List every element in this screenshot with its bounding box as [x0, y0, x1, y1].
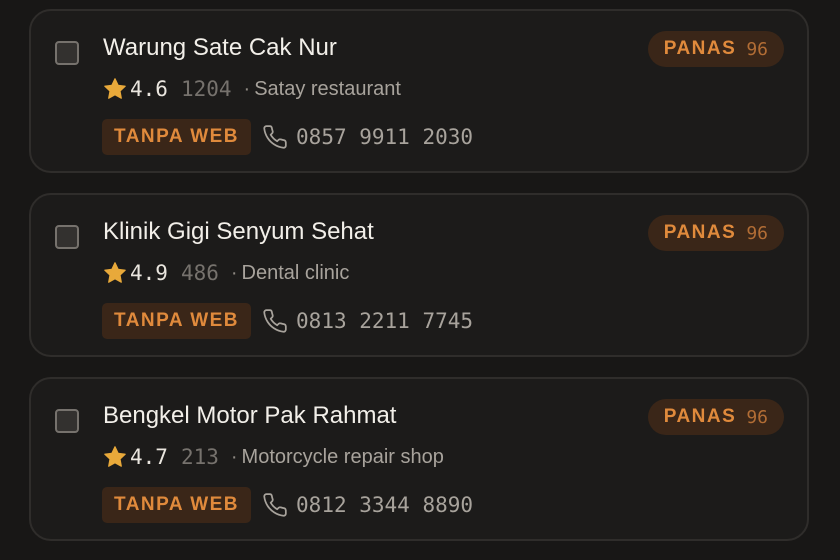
rating-value: 4.7 — [130, 445, 168, 469]
heat-label: PANAS — [663, 38, 737, 59]
heat-score: 96 — [746, 222, 768, 244]
heat-label: PANAS — [663, 222, 737, 243]
review-count: 1204 — [180, 77, 232, 101]
rating-value: 4.6 — [130, 77, 168, 101]
heat-score: 96 — [746, 406, 768, 428]
phone-icon[interactable] — [262, 124, 288, 150]
review-count: 486 — [180, 261, 219, 285]
rating-row: 4.7 213 · Motorcycle repair shop — [103, 445, 444, 469]
lead-card[interactable]: Klinik Gigi Senyum Sehat PANAS 96 4.9 48… — [29, 193, 809, 357]
business-name: Warung Sate Cak Nur — [103, 34, 337, 61]
phone-number[interactable]: 0813 2211 7745 — [296, 309, 473, 333]
business-name: Klinik Gigi Senyum Sehat — [103, 218, 374, 245]
heat-badge[interactable]: PANAS 96 — [647, 399, 784, 435]
heat-score: 96 — [746, 38, 768, 60]
contact-row: TANPA WEB 0813 2211 7745 — [102, 303, 473, 339]
phone-icon[interactable] — [262, 308, 288, 334]
business-category: Dental clinic — [241, 261, 350, 284]
phone-number[interactable]: 0812 3344 8890 — [296, 493, 473, 517]
contact-row: TANPA WEB 0857 9911 2030 — [102, 119, 473, 155]
separator-dot: · — [243, 77, 251, 100]
rating-row: 4.9 486 · Dental clinic — [103, 261, 349, 285]
heat-label: PANAS — [663, 406, 737, 427]
separator-dot: · — [230, 445, 238, 468]
phone-icon[interactable] — [262, 492, 288, 518]
star-icon — [104, 262, 126, 283]
select-checkbox[interactable] — [55, 409, 79, 433]
lead-card[interactable]: Bengkel Motor Pak Rahmat PANAS 96 4.7 21… — [29, 377, 809, 541]
contact-row: TANPA WEB 0812 3344 8890 — [102, 487, 473, 523]
star-icon — [104, 78, 126, 99]
business-name: Bengkel Motor Pak Rahmat — [103, 402, 397, 429]
select-checkbox[interactable] — [55, 41, 79, 65]
separator-dot: · — [230, 261, 238, 284]
select-checkbox[interactable] — [55, 225, 79, 249]
web-status-badge: TANPA WEB — [102, 303, 252, 339]
rating-row: 4.6 1204 · Satay restaurant — [103, 77, 401, 101]
web-status-badge: TANPA WEB — [102, 487, 252, 523]
business-category: Motorcycle repair shop — [241, 445, 444, 468]
heat-badge[interactable]: PANAS 96 — [647, 215, 784, 251]
business-category: Satay restaurant — [254, 77, 401, 100]
review-count: 213 — [180, 445, 219, 469]
rating-value: 4.9 — [130, 261, 168, 285]
web-status-badge: TANPA WEB — [102, 119, 252, 155]
lead-card[interactable]: Warung Sate Cak Nur PANAS 96 4.6 1204 · … — [29, 9, 809, 173]
star-icon — [104, 446, 126, 467]
phone-number[interactable]: 0857 9911 2030 — [296, 125, 473, 149]
heat-badge[interactable]: PANAS 96 — [647, 31, 784, 67]
lead-list: Warung Sate Cak Nur PANAS 96 4.6 1204 · … — [0, 0, 840, 560]
